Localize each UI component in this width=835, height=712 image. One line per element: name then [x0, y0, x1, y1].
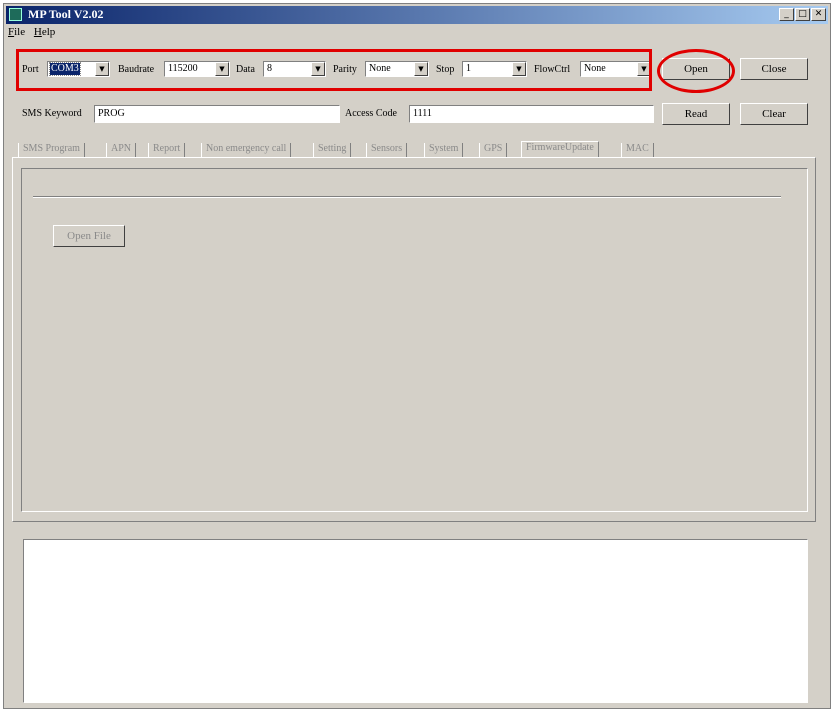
chevron-down-icon[interactable]: ▼: [512, 62, 526, 76]
chevron-down-icon[interactable]: ▼: [215, 62, 229, 76]
title-bar[interactable]: MP Tool V2.02 _ □ ✕: [6, 6, 828, 24]
flowctrl-select[interactable]: None ▼: [580, 61, 652, 77]
log-output-area[interactable]: [23, 539, 808, 703]
stop-select[interactable]: 1 ▼: [462, 61, 527, 77]
access-code-input[interactable]: 1111: [409, 105, 654, 123]
flowctrl-value: None: [584, 63, 606, 74]
parity-select[interactable]: None ▼: [365, 61, 429, 77]
baudrate-select[interactable]: 115200 ▼: [164, 61, 230, 77]
flowctrl-label: FlowCtrl: [534, 64, 571, 75]
port-label: Port: [22, 64, 39, 75]
port-value: COM3: [49, 62, 81, 76]
chevron-down-icon[interactable]: ▼: [414, 62, 428, 76]
tab-firmware-update[interactable]: FirmwareUpdate: [521, 141, 599, 158]
tab-non-emergency-call[interactable]: Non emergency call: [201, 143, 292, 157]
parity-label: Parity: [333, 64, 357, 75]
tab-mac[interactable]: MAC: [621, 143, 654, 157]
tab-setting[interactable]: Setting: [313, 143, 352, 157]
sms-keyword-input[interactable]: PROG: [94, 105, 340, 123]
minimize-button[interactable]: _: [779, 8, 794, 21]
data-value: 8: [267, 63, 272, 74]
divider: [33, 196, 781, 198]
tab-system[interactable]: System: [424, 143, 464, 157]
stop-value: 1: [466, 63, 471, 74]
tab-sms-program[interactable]: SMS Program: [18, 143, 85, 157]
chevron-down-icon[interactable]: ▼: [637, 62, 651, 76]
data-label: Data: [236, 64, 255, 75]
open-port-button[interactable]: Open: [662, 58, 730, 80]
chevron-down-icon[interactable]: ▼: [311, 62, 325, 76]
sms-keyword-label: SMS Keyword: [22, 108, 82, 119]
tab-sensors[interactable]: Sensors: [366, 143, 408, 157]
menu-bar: File Help: [8, 26, 61, 42]
baudrate-value: 115200: [168, 63, 198, 74]
port-select[interactable]: COM3 ▼: [47, 61, 110, 77]
firmware-update-group: [21, 168, 808, 512]
menu-help[interactable]: Help: [34, 26, 55, 38]
read-button[interactable]: Read: [662, 103, 730, 125]
clear-button[interactable]: Clear: [740, 103, 808, 125]
app-icon: [9, 8, 22, 21]
open-file-button[interactable]: Open File: [53, 225, 125, 247]
close-window-button[interactable]: ✕: [811, 8, 826, 21]
menu-file[interactable]: File: [8, 26, 25, 38]
close-port-button[interactable]: Close: [740, 58, 808, 80]
baudrate-label: Baudrate: [118, 64, 155, 75]
stop-label: Stop: [436, 64, 455, 75]
maximize-button[interactable]: □: [795, 8, 810, 21]
window-title: MP Tool V2.02: [28, 7, 104, 21]
tab-apn[interactable]: APN: [106, 143, 137, 157]
parity-value: None: [369, 63, 391, 74]
tab-gps[interactable]: GPS: [479, 143, 508, 157]
data-select[interactable]: 8 ▼: [263, 61, 326, 77]
tab-report[interactable]: Report: [148, 143, 186, 157]
chevron-down-icon[interactable]: ▼: [95, 62, 109, 76]
access-code-label: Access Code: [345, 108, 397, 119]
